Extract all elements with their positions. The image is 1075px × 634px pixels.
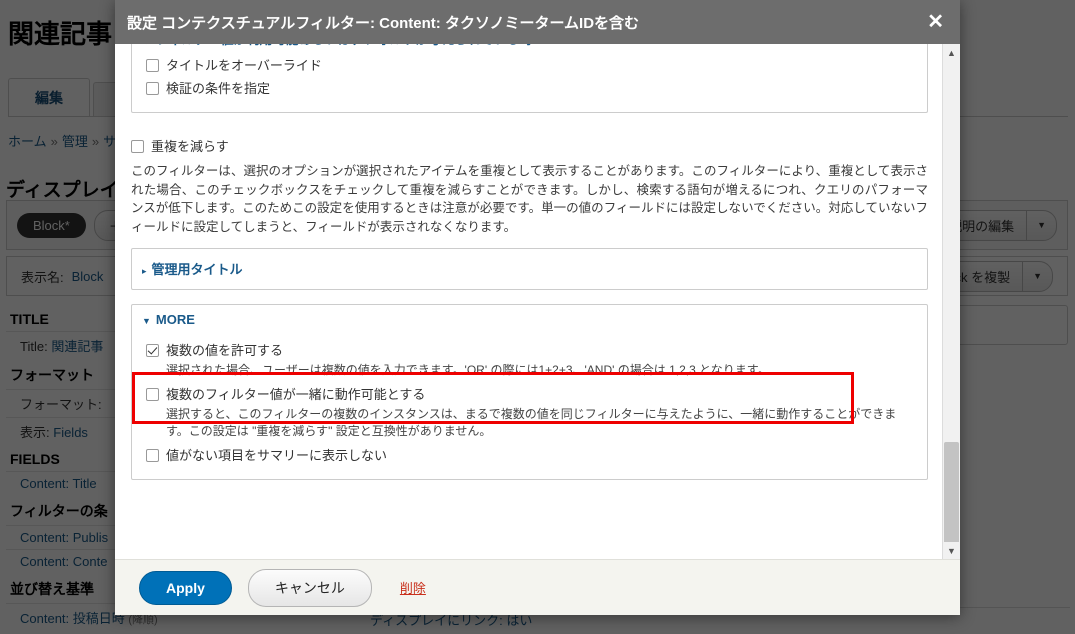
modal-header: 設定 コンテクスチュアルフィルター: Content: タクソノミータームIDを… (115, 0, 960, 44)
fieldset-body: タイトルをオーバーライド 検証の条件を指定 (132, 52, 927, 112)
override-title-checkbox[interactable] (146, 59, 159, 72)
allow-multiple-label: 複数の値を許可する (166, 343, 284, 358)
fieldset-when-value-available: ▼ フィルター値が利用可能あるいはデフォルトが与えられている時 タイトルをオーバー… (131, 44, 928, 113)
checkbox-row-exclude-together[interactable]: 複数のフィルター値が一緒に動作可能とする (146, 383, 915, 406)
triangle-down-icon: ▼ (142, 44, 151, 49)
delete-link[interactable]: 削除 (400, 578, 426, 597)
reduce-duplicates-label: 重複を減らす (151, 139, 229, 154)
fieldset-body: 複数の値を許可する 選択された場合、ユーザーは複数の値を入力できます。'OR' … (132, 333, 927, 479)
cancel-button[interactable]: キャンセル (247, 568, 372, 607)
triangle-down-icon: ▼ (142, 316, 151, 326)
close-icon[interactable]: ✕ (925, 12, 946, 32)
chevron-down-icon[interactable]: ▼ (943, 542, 960, 559)
legend-label: 管理用タイトル (151, 262, 243, 277)
fieldset-legend-admin-title[interactable]: ▸ 管理用タイトル (132, 249, 927, 289)
chevron-up-icon[interactable]: ▲ (943, 44, 960, 61)
filters-work-together-label: 複数のフィルター値が一緒に動作可能とする (166, 387, 426, 402)
modal-body-wrapper: ▼ フィルター値が利用可能あるいはデフォルトが与えられている時 タイトルをオーバー… (115, 44, 960, 559)
checkbox-row-hide-empty-summary[interactable]: 値がない項目をサマリーに表示しない (146, 444, 915, 467)
settings-modal: 設定 コンテクスチュアルフィルター: Content: タクソノミータームIDを… (115, 0, 960, 615)
legend-label: MORE (155, 312, 195, 327)
checkbox-row-specify-validation[interactable]: 検証の条件を指定 (146, 77, 915, 100)
reduce-duplicates-description: このフィルターは、選択のオプションが選択されたアイテムを重複として表示することが… (131, 164, 928, 234)
specify-validation-label: 検証の条件を指定 (166, 81, 271, 96)
fieldset-more: ▼ MORE 複数の値を許可する 選択された場合、ユーザーは複数の値を入力できます… (131, 304, 928, 480)
checkbox-row-allow-multiple[interactable]: 複数の値を許可する (146, 339, 915, 362)
fieldset-legend-when-value-available[interactable]: ▼ フィルター値が利用可能あるいはデフォルトが与えられている時 (132, 44, 927, 52)
checkbox-row-reduce-duplicates[interactable]: 重複を減らす (131, 135, 928, 158)
specify-validation-checkbox[interactable] (146, 82, 159, 95)
checkbox-row-override-title[interactable]: タイトルをオーバーライド (146, 54, 915, 77)
reduce-duplicates-checkbox[interactable] (131, 140, 144, 153)
allow-multiple-description: 選択された場合、ユーザーは複数の値を入力できます。'OR' の際には1+2+3、… (166, 363, 770, 377)
legend-label: フィルター値が利用可能あるいはデフォルトが与えられている時 (156, 44, 532, 47)
modal-title: 設定 コンテクスチュアルフィルター: Content: タクソノミータームIDを… (127, 14, 640, 32)
triangle-right-icon: ▸ (142, 266, 147, 276)
modal-scrollbar[interactable]: ▲ ▼ (942, 44, 960, 559)
filters-work-together-description: 選択すると、このフィルターの複数のインスタンスは、まるで複数の値を同じフィルター… (166, 407, 897, 438)
fieldset-legend-more[interactable]: ▼ MORE (132, 305, 927, 333)
hide-empty-summary-label: 値がない項目をサマリーに表示しない (166, 448, 388, 463)
apply-button[interactable]: Apply (139, 570, 232, 605)
allow-multiple-checkbox[interactable] (146, 344, 159, 357)
modal-footer: Apply キャンセル 削除 (115, 559, 960, 615)
modal-body: ▼ フィルター値が利用可能あるいはデフォルトが与えられている時 タイトルをオーバー… (115, 44, 942, 559)
fieldset-admin-title: ▸ 管理用タイトル (131, 248, 928, 290)
hide-empty-summary-checkbox[interactable] (146, 449, 159, 462)
override-title-label: タイトルをオーバーライド (166, 58, 322, 73)
filters-work-together-checkbox[interactable] (146, 388, 159, 401)
